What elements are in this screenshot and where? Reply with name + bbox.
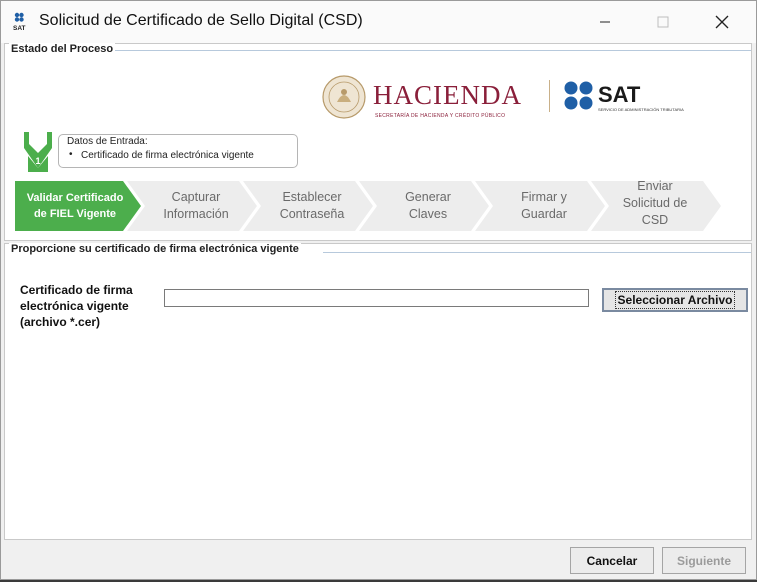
logo-divider [549,80,550,112]
sat-logo-subtitle: SERVICIO DE ADMINISTRACIÓN TRIBUTARIA [598,107,684,112]
mexico-seal-icon [322,75,366,119]
close-button[interactable] [693,1,751,43]
input-data-item: Certificado de firma electrónica vigente [81,150,254,161]
maximize-button [634,1,692,43]
process-legend: Estado del Proceso [9,43,116,55]
sat-logo-text: SAT [598,82,641,107]
process-steps: Validar Certificado de FIEL Vigente Capt… [15,178,725,231]
minimize-button[interactable] [576,1,634,43]
step-firmar: Firmar y Guardar [521,190,567,221]
bullet-icon: • [69,149,73,160]
step-validar: Validar Certificado de FIEL Vigente [26,192,124,220]
certificate-legend: Proporcione su certificado de firma elec… [9,243,301,255]
input-data-box: Datos de Entrada: • Certificado de firma… [58,134,298,168]
minimize-icon [600,21,610,23]
legend-separator [323,252,751,253]
next-button[interactable]: Siguiente [662,547,746,574]
certificate-field-label: Certificado de firma electrónica vigente… [20,283,133,329]
certificate-path-input[interactable] [164,289,589,307]
logos-banner: HACIENDA SECRETARÍA DE HACIENDA Y CRÉDIT… [321,74,721,124]
select-file-label: Seleccionar Archivo [614,291,736,309]
svg-text:SAT: SAT [13,25,26,32]
step-enviar: Enviar Solicitud de CSD [622,178,688,227]
step-establecer: Establecer Contraseña [279,190,345,221]
hacienda-logo-subtitle: SECRETARÍA DE HACIENDA Y CRÉDITO PÚBLICO [375,113,506,119]
close-icon [715,15,729,29]
maximize-icon [657,16,669,28]
certificate-panel: Proporcione su certificado de firma elec… [4,243,752,540]
sat-app-icon: SAT [13,12,26,32]
sat-logo-icon [564,81,593,110]
step-generar: Generar Claves [405,190,451,221]
window-title: Solicitud de Certificado de Sello Digita… [39,12,363,29]
step-capturar: Capturar Información [163,190,229,221]
step-arrow-icon [24,132,52,172]
cancel-button[interactable]: Cancelar [570,547,654,574]
dialog-body: Estado del Proceso HACIENDA SECRETARÍA D… [1,43,756,579]
title-bar[interactable]: SAT Solicitud de Certificado de Sello Di… [1,1,756,43]
select-file-button[interactable]: Seleccionar Archivo [602,288,748,312]
input-data-title: Datos de Entrada: [67,136,148,147]
legend-separator [115,50,751,51]
process-status-panel: Estado del Proceso HACIENDA SECRETARÍA D… [4,43,752,241]
csd-dialog-window: SAT Solicitud de Certificado de Sello Di… [0,0,757,580]
hacienda-logo-text: HACIENDA [373,80,522,110]
current-step-badge: 1 [21,130,55,174]
step-number: 1 [35,156,41,166]
